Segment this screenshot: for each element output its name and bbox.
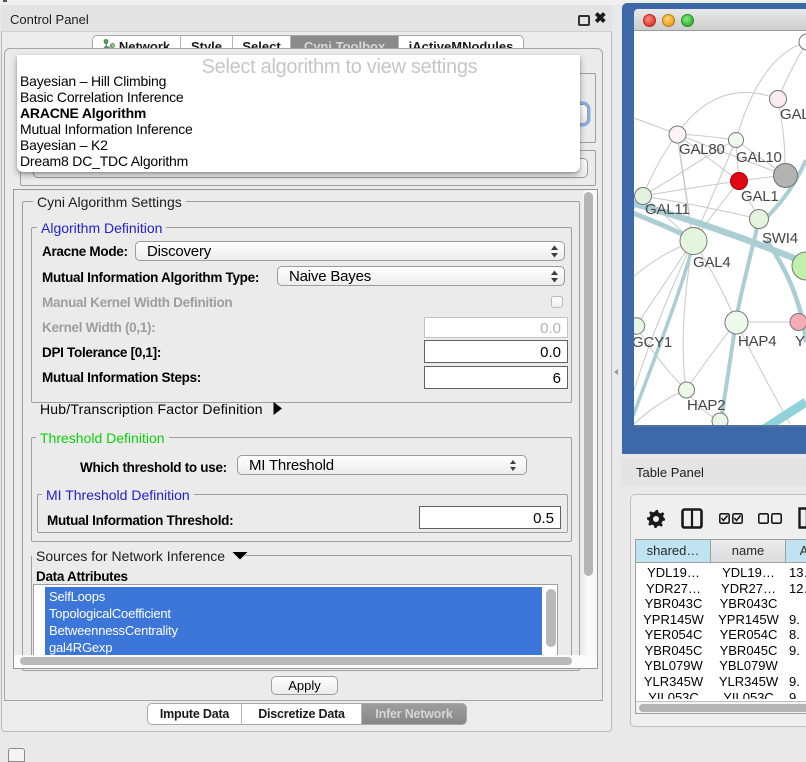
svg-text:Y: Y [795, 333, 805, 350]
svg-text:SWI4: SWI4 [762, 230, 798, 247]
svg-text:GAL11: GAL11 [645, 201, 690, 218]
svg-text:GAL10: GAL10 [736, 149, 782, 166]
svg-text:HAP2: HAP2 [687, 397, 725, 414]
svg-text:GAL4: GAL4 [693, 254, 731, 271]
svg-text:GAL80: GAL80 [679, 141, 725, 158]
svg-text:GAL: GAL [780, 106, 806, 123]
svg-text:GCY1: GCY1 [634, 334, 672, 351]
svg-text:HAP4: HAP4 [738, 333, 776, 350]
svg-text:GAL1: GAL1 [741, 188, 779, 205]
